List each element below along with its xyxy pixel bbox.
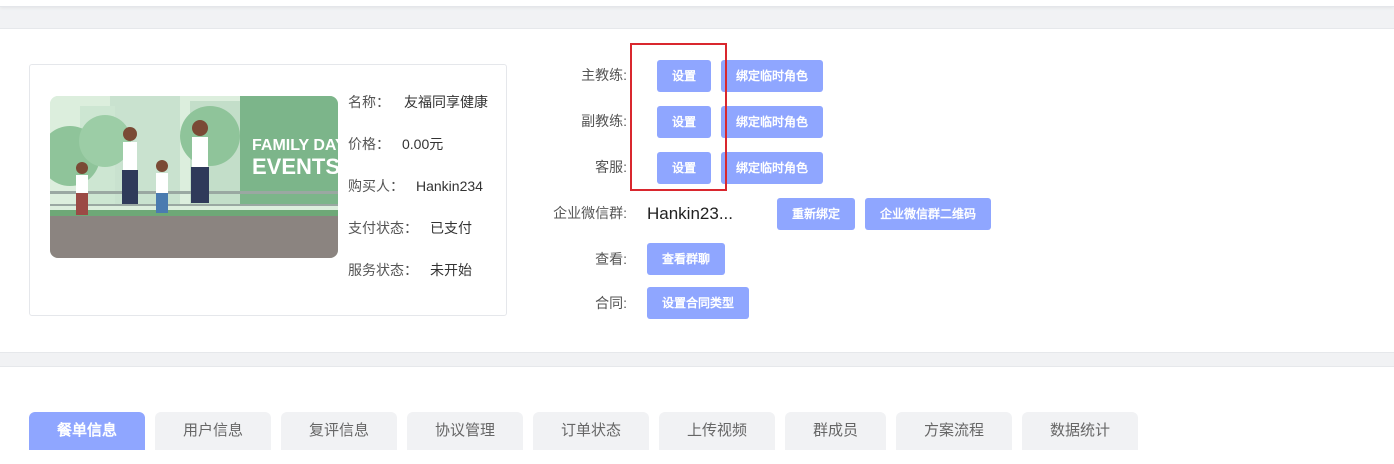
support-set-button[interactable]: 设置	[657, 152, 711, 184]
head-coach-label: 主教练:	[581, 67, 627, 83]
group-qr-button[interactable]: 企业微信群二维码	[865, 198, 991, 230]
tab-menu-info[interactable]: 餐单信息	[29, 412, 145, 450]
support-label: 客服:	[595, 159, 627, 175]
head-coach-set-button[interactable]: 设置	[657, 60, 711, 92]
service-status-row: 服务状态： 未开始	[348, 260, 472, 280]
svg-text:EVENTS: EVENTS	[252, 154, 338, 179]
tab-bar: 餐单信息 用户信息 复评信息 协议管理 订单状态 上传视频 群成员 方案流程 数…	[0, 366, 1394, 464]
view-group-chat-button[interactable]: 查看群聊	[647, 243, 725, 275]
product-name-row: 名称： 友福同享健康	[348, 92, 488, 112]
buyer-row: 购买人： Hankin234	[348, 176, 483, 196]
wechat-group-name: Hankin23...	[647, 204, 733, 223]
tab-review-info[interactable]: 复评信息	[281, 412, 397, 450]
product-price-value: 0.00元	[402, 136, 444, 152]
payment-status-value: 已支付	[430, 220, 472, 236]
assistant-coach-set-button[interactable]: 设置	[657, 106, 711, 138]
view-label: 查看:	[595, 251, 627, 267]
service-status-label: 服务状态：	[348, 262, 418, 278]
tab-plan-flow[interactable]: 方案流程	[896, 412, 1012, 450]
tab-group-members[interactable]: 群成员	[785, 412, 886, 450]
order-detail-card: FAMILY DAY EVENTS 名称： 友福同享健康 价格： 0.00元 购买人…	[0, 28, 1394, 353]
product-name-value: 友福同享健康	[404, 94, 488, 110]
contract-label: 合同:	[595, 295, 627, 311]
buyer-label: 购买人：	[348, 178, 404, 194]
set-contract-type-button[interactable]: 设置合同类型	[647, 287, 749, 319]
top-panel-edge	[0, 0, 1394, 7]
buyer-value: Hankin234	[416, 178, 483, 194]
payment-status-label: 支付状态：	[348, 220, 418, 236]
payment-status-row: 支付状态： 已支付	[348, 218, 472, 238]
tab-user-info[interactable]: 用户信息	[155, 412, 271, 450]
product-card: FAMILY DAY EVENTS 名称： 友福同享健康 价格： 0.00元 购买人…	[29, 64, 507, 316]
support-bind-temp-role-button[interactable]: 绑定临时角色	[721, 152, 823, 184]
rebind-button[interactable]: 重新绑定	[777, 198, 855, 230]
tab-data-statistics[interactable]: 数据统计	[1022, 412, 1138, 450]
tab-order-status[interactable]: 订单状态	[533, 412, 649, 450]
product-name-label: 名称：	[348, 94, 390, 110]
assistant-coach-bind-temp-role-button[interactable]: 绑定临时角色	[721, 106, 823, 138]
assistant-coach-label: 副教练:	[581, 113, 627, 129]
product-image: FAMILY DAY EVENTS	[50, 96, 338, 258]
tab-agreement-management[interactable]: 协议管理	[407, 412, 523, 450]
service-status-value: 未开始	[430, 262, 472, 278]
product-price-label: 价格：	[348, 136, 390, 152]
svg-text:FAMILY DAY: FAMILY DAY	[252, 137, 338, 154]
product-price-row: 价格： 0.00元	[348, 134, 443, 154]
head-coach-bind-temp-role-button[interactable]: 绑定临时角色	[721, 60, 823, 92]
tab-upload-video[interactable]: 上传视频	[659, 412, 775, 450]
wechat-group-label: 企业微信群:	[553, 205, 627, 221]
